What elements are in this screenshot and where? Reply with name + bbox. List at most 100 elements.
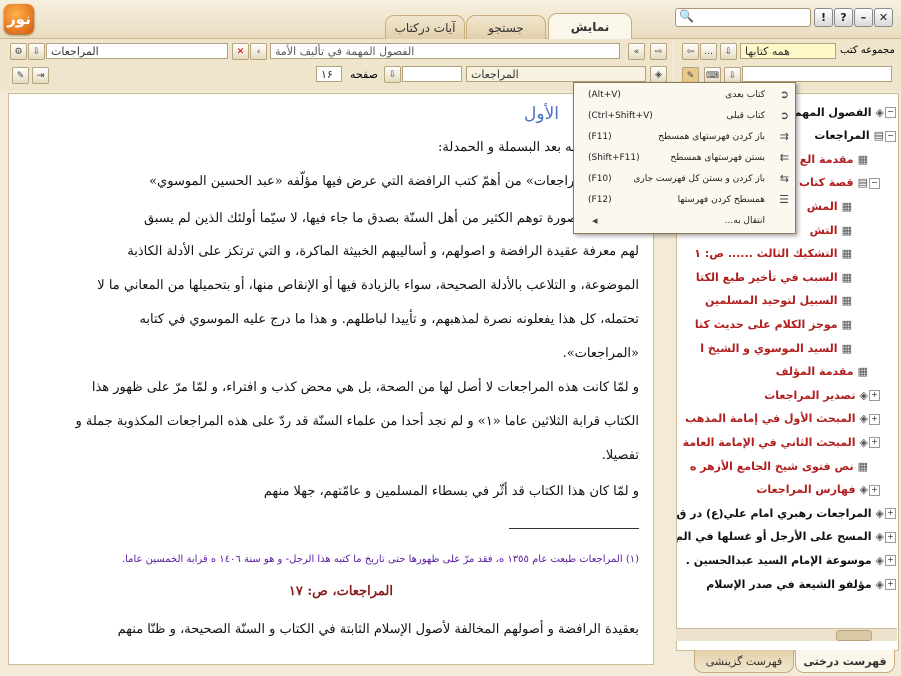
arrow-down-icon[interactable]: ⇩ xyxy=(720,43,737,60)
menu-shortcut: (Ctrl+Shift+V) xyxy=(588,111,653,121)
tree-item[interactable]: ◈ المراجعات رهبري امام علي(ع) در ق xyxy=(676,503,884,523)
collapse-icon[interactable]: − xyxy=(869,177,880,189)
text-line: لهم معرفة عقيدة الرافضة و اصولهم، و أسال… xyxy=(127,244,639,259)
menu-item[interactable]: انتقال به... ◂ xyxy=(574,211,795,232)
minimize-button[interactable]: – xyxy=(854,8,873,27)
tab-search[interactable]: جستجو xyxy=(466,15,546,39)
tree-item[interactable]: ◈ المبحث الأول في إمامة المذهب xyxy=(685,409,868,429)
info-button[interactable]: ! xyxy=(814,8,833,27)
tree-item-label: قصة كتاب xyxy=(798,176,854,190)
tree-item[interactable]: ▤ قصة كتاب xyxy=(799,173,868,193)
page-icon: ▦ xyxy=(841,341,852,355)
menu-item[interactable]: (F10) باز كردن و بستن كل فهرست جارى ⇆ xyxy=(574,169,795,190)
tab-display[interactable]: نمايش xyxy=(548,13,632,40)
expand-icon[interactable]: + xyxy=(869,390,880,402)
collapse-icon[interactable]: − xyxy=(885,107,896,118)
menu-item[interactable]: (Shift+F11) بستن فهرستهاى همسطح ⇇ xyxy=(574,148,795,169)
footnote: (١) المراجعات طبعت عام ١٣٥٥ ه، فقد مرّ ع… xyxy=(121,554,639,565)
global-search-input[interactable] xyxy=(675,8,811,27)
tab-tree-index[interactable]: فهرست درختى xyxy=(795,650,895,673)
expand-icon[interactable]: + xyxy=(869,413,880,425)
menu-label: كتاب بعدى xyxy=(725,90,765,100)
book-icon: ◈ xyxy=(875,506,884,520)
toggle-all-icon: ⇆ xyxy=(779,172,789,185)
page-go-icon[interactable]: ⇩ xyxy=(384,66,401,83)
tree-search-input[interactable] xyxy=(742,66,892,82)
page-range-input[interactable] xyxy=(402,66,462,82)
tree-item[interactable]: ▦ مقدمة الع xyxy=(800,149,868,169)
tree-item[interactable]: ▦ المش xyxy=(807,196,852,216)
expand-icon[interactable]: + xyxy=(885,555,896,567)
tree-scrollbar[interactable] xyxy=(676,628,897,641)
text-line: و لمّا كانت هذه المراجعات لا أصل لها من … xyxy=(91,380,639,395)
collection-label: مجموعه كتب xyxy=(840,45,895,56)
document-pane[interactable]: الأول مفتتحا ما كتبه بعد البسملة و الحمد… xyxy=(8,93,654,665)
arrow-down-icon[interactable]: ⇩ xyxy=(28,43,45,60)
tree-item-label: المراجعات xyxy=(814,129,870,143)
prev-nav-icon[interactable]: ‹ xyxy=(250,43,267,60)
tree-item[interactable]: ▦ نص فتوى شيخ الجامع الأزهر ه xyxy=(690,456,868,476)
app-logo[interactable]: نور xyxy=(4,4,34,34)
menu-item[interactable]: (Alt+V) كتاب بعدى ➲ xyxy=(574,85,795,106)
wrench-icon[interactable]: ✎ xyxy=(12,67,29,84)
tree-item[interactable]: ◈ تصدير المراجعات xyxy=(764,385,868,405)
help-button[interactable]: ? xyxy=(834,8,853,27)
tree-item[interactable]: ◈ الفصول المهم xyxy=(793,102,884,122)
tree-item[interactable]: ◈ المسح على الأرجل أو غسلها في الم xyxy=(677,527,884,547)
menu-item[interactable]: (Ctrl+Shift+V) كتاب قبلى ➲ xyxy=(574,106,795,127)
export-icon[interactable]: ⇥ xyxy=(32,67,49,84)
double-chevron-icon[interactable]: « xyxy=(628,43,645,60)
tree-item-label: فهارس المراجعات xyxy=(756,483,856,497)
tree-item[interactable]: ▦ السبيل لتوحيد المسلمين xyxy=(705,291,852,311)
menu-item[interactable]: (F12) همسطح كردن فهرستها ☰ xyxy=(574,190,795,211)
menu-label: باز كردن و بستن كل فهرست جارى xyxy=(633,174,765,184)
prev-arrow-icon[interactable]: ⇦ xyxy=(682,43,699,60)
tree-item[interactable]: ▦ موجز الكلام على حديث كتا xyxy=(695,314,852,334)
tree-item-label: مقدمة المؤلف xyxy=(775,365,854,379)
text-line: الكتاب قرابة الثلاثين عاما «١» و لم نجد … xyxy=(75,414,639,429)
collection-select[interactable]: همه كتابها xyxy=(740,43,836,59)
forward-arrow-icon[interactable]: ⇨ xyxy=(650,43,667,60)
book-next-icon: ➲ xyxy=(779,88,789,101)
expand-icon[interactable]: + xyxy=(869,484,880,496)
tree-item-label: المراجعات رهبري امام علي(ع) در ق xyxy=(676,506,872,520)
context-menu: (Alt+V) كتاب بعدى ➲ (Ctrl+Shift+V) كتاب قبلى… xyxy=(573,82,796,234)
expand-icon[interactable]: + xyxy=(885,531,896,543)
expand-icon[interactable]: + xyxy=(885,579,896,590)
close-book-icon[interactable]: ✕ xyxy=(232,43,249,60)
page-icon: ▦ xyxy=(857,152,868,166)
menu-shortcut: (F11) xyxy=(588,132,612,142)
page-number-input[interactable]: ۱۶ xyxy=(316,66,342,82)
settings-icon[interactable]: ⚙ xyxy=(10,43,27,60)
tree-item[interactable]: ◈ المبحث الثاني في الإمامة العامة xyxy=(683,432,868,452)
tree-item[interactable]: ▤ المراجعات xyxy=(814,126,884,146)
text-line: بعقيدة الرافضة و أصولهم المخالفة لأصول ا… xyxy=(117,622,639,637)
tree-item[interactable]: ▦ السيد الموسوي و الشيخ ا xyxy=(700,338,852,358)
expand-icon[interactable]: + xyxy=(869,437,880,449)
tree-item[interactable]: ◈ فهارس المراجعات xyxy=(756,480,868,500)
more-icon[interactable]: … xyxy=(700,43,717,60)
page-icon: ▦ xyxy=(841,270,852,284)
collapse-icon[interactable]: − xyxy=(885,130,896,142)
tree-item[interactable]: ▦ التشكيك الثالث ...... ص: ١ xyxy=(694,244,852,264)
text-line: «المراجعات». xyxy=(562,346,639,361)
menu-label: بستن فهرستهاى همسطح xyxy=(670,153,765,163)
expand-icon[interactable]: + xyxy=(885,508,896,520)
tag-icon[interactable]: ◈ xyxy=(650,66,667,83)
menu-item[interactable]: (F11) باز كردن فهرستهاى همسطح ⇉ xyxy=(574,127,795,148)
tree-item[interactable]: ◈ مؤلفو الشيعة في صدر الإسلام xyxy=(706,574,884,594)
tree-item[interactable]: ▦ مقدمة المؤلف xyxy=(776,362,868,382)
scrollbar-thumb[interactable] xyxy=(836,630,872,641)
tree-item[interactable]: ▦ التش xyxy=(810,220,852,240)
tab-selective-index[interactable]: فهرست گزينشى xyxy=(694,650,794,673)
book-selector[interactable]: المراجعات xyxy=(466,66,646,82)
tree-item[interactable]: ▦ السبب في تأخير طبع الكتا xyxy=(696,267,852,287)
footnote-divider xyxy=(509,528,639,529)
tree-item-label: الفصول المهم xyxy=(793,105,872,119)
tree-item[interactable]: ◈ موسوعة الإمام السيد عبدالحسين . xyxy=(686,550,884,570)
tab-verses[interactable]: آيات درکتاب xyxy=(385,15,465,39)
page-icon: ▦ xyxy=(841,199,852,213)
tree-item-label: السبيل لتوحيد المسلمين xyxy=(705,294,838,308)
close-button[interactable]: ✕ xyxy=(874,8,893,27)
flatten-icon: ☰ xyxy=(779,193,789,206)
